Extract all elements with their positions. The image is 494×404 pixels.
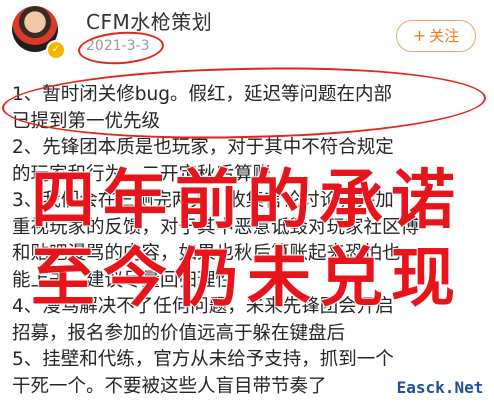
post-header: ✓ CFM水枪策划 2021-3-3 + 关注	[0, 0, 494, 78]
watermark: Easck.Net	[389, 376, 491, 400]
verified-badge-icon: ✓	[46, 40, 66, 60]
overlay-headline-2: 至今仍未兑现	[30, 242, 463, 316]
follow-label: 关注	[429, 27, 460, 45]
username[interactable]: CFM水枪策划	[86, 6, 212, 35]
content-line: 2、先锋团本质是也玩家，对于其中不符合规定	[12, 137, 394, 158]
content-line: 招募，报名参加的价值远高于躲在键盘后	[12, 322, 346, 344]
overlay-headline-1: 四年前的承诺	[30, 164, 463, 238]
plus-icon: +	[412, 26, 427, 45]
content-line: 5、挂壁和代练，官方从未给予支持，抓到一个	[12, 349, 394, 370]
follow-button[interactable]: + 关注	[396, 20, 476, 52]
